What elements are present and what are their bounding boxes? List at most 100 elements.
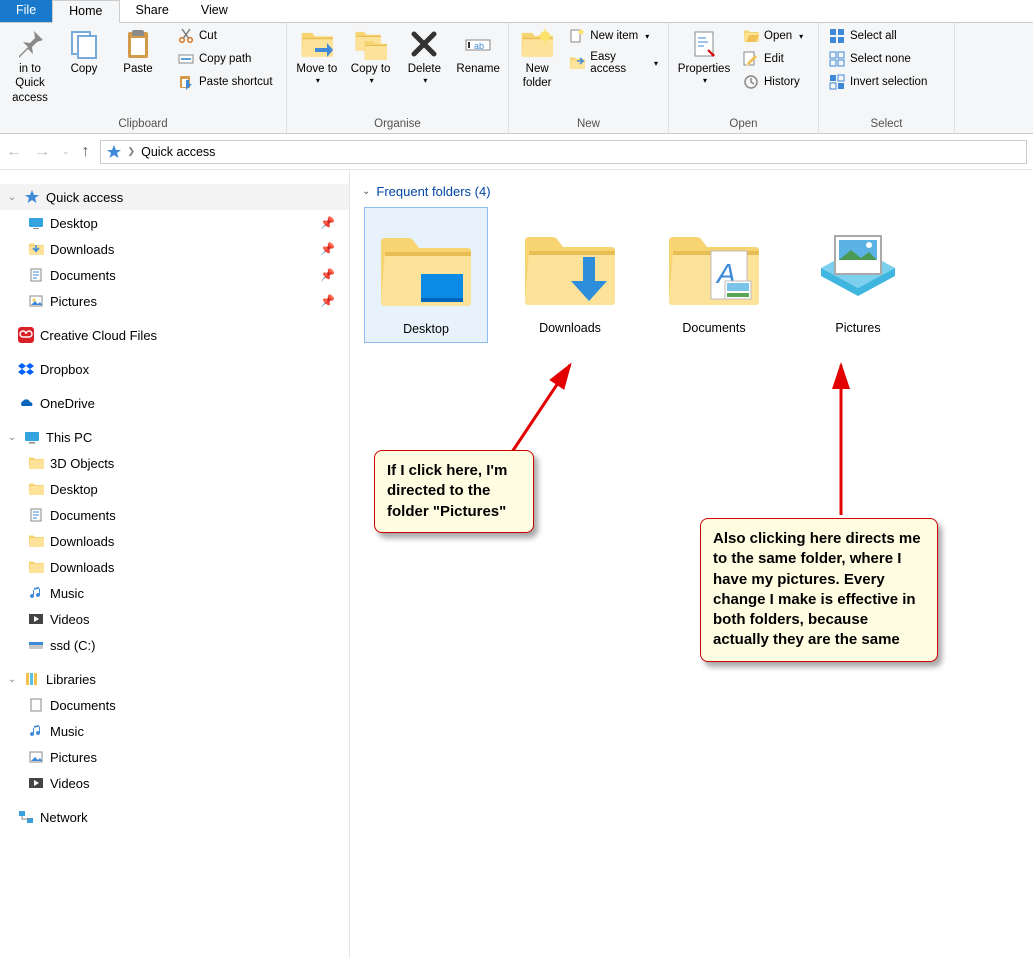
sidebar-item-lib-videos[interactable]: Videos <box>0 770 349 796</box>
sidebar-item-downloads-2[interactable]: Downloads <box>0 528 349 554</box>
folder-tile-downloads[interactable]: Downloads <box>508 207 632 343</box>
select-all-icon <box>829 28 845 44</box>
group-organise-label: Organise <box>292 116 503 133</box>
sidebar-item-3d-objects[interactable]: 3D Objects <box>0 450 349 476</box>
select-none-button[interactable]: Select none <box>824 48 932 70</box>
creative-cloud-icon <box>18 327 34 343</box>
folder-icon <box>28 481 44 497</box>
sidebar-item-lib-music[interactable]: Music <box>0 718 349 744</box>
tab-view[interactable]: View <box>185 0 244 22</box>
sidebar-item-dropbox[interactable]: Dropbox <box>0 356 349 382</box>
move-to-button[interactable]: Move to▾ <box>292 25 342 86</box>
edit-button[interactable]: Edit <box>738 48 808 70</box>
pin-icon: 📌 <box>320 216 335 230</box>
select-all-button[interactable]: Select all <box>824 25 932 47</box>
paste-button[interactable]: Paste <box>113 25 163 76</box>
sidebar-item-network[interactable]: Network <box>0 804 349 830</box>
nav-back-button[interactable]: ← <box>6 143 22 161</box>
select-none-icon <box>829 51 845 67</box>
chevron-down-icon: ▾ <box>799 32 803 41</box>
easy-access-icon <box>569 55 585 71</box>
group-new-label: New <box>514 116 663 133</box>
desktop-icon <box>28 215 44 231</box>
sidebar-item-music[interactable]: Music <box>0 580 349 606</box>
cut-button[interactable]: Cut <box>173 25 278 47</box>
pictures-icon <box>28 293 44 309</box>
move-to-icon <box>301 28 333 60</box>
copy-to-icon <box>355 28 387 60</box>
history-button[interactable]: History <box>738 71 808 93</box>
rename-button[interactable]: ab Rename <box>453 25 503 76</box>
chevron-down-icon: ⌄ <box>6 432 18 443</box>
copy-to-button[interactable]: Copy to▾ <box>346 25 396 86</box>
sidebar-item-desktop[interactable]: Desktop 📌 <box>0 210 349 236</box>
sidebar-item-onedrive[interactable]: OneDrive <box>0 390 349 416</box>
ribbon-tabs: File Home Share View <box>0 0 1033 23</box>
nav-forward-button[interactable]: → <box>34 143 50 161</box>
documents-icon <box>28 267 44 283</box>
section-header-frequent[interactable]: ⌄ Frequent folders (4) <box>360 184 1033 199</box>
open-icon <box>743 28 759 44</box>
copy-path-button[interactable]: Copy path <box>173 48 278 70</box>
tab-file[interactable]: File <box>0 0 52 22</box>
delete-icon <box>408 28 440 60</box>
edit-icon <box>743 51 759 67</box>
pin-icon: 📌 <box>320 268 335 282</box>
documents-icon <box>28 507 44 523</box>
chevron-down-icon: ⌄ <box>362 186 370 197</box>
nav-up-button[interactable]: ↑ <box>82 143 90 161</box>
folder-tile-documents[interactable]: A Documents <box>652 207 776 343</box>
sidebar-item-libraries[interactable]: ⌄ Libraries <box>0 666 349 692</box>
ribbon: in to Quick access Copy Paste Cut Copy p… <box>0 23 1033 134</box>
copy-button[interactable]: Copy <box>59 25 109 76</box>
group-clipboard-label: Clipboard <box>5 116 281 133</box>
sidebar-item-desktop-2[interactable]: Desktop <box>0 476 349 502</box>
copy-icon <box>68 28 100 60</box>
sidebar-item-quick-access[interactable]: ⌄ Quick access <box>0 184 349 210</box>
navigation-pane: ⌄ Quick access Desktop 📌 Downloads 📌 Doc… <box>0 170 350 958</box>
easy-access-button[interactable]: Easy access▾ <box>564 48 663 78</box>
sidebar-item-this-pc[interactable]: ⌄ This PC <box>0 424 349 450</box>
delete-button[interactable]: Delete▾ <box>400 25 450 86</box>
paste-shortcut-button[interactable]: Paste shortcut <box>173 71 278 93</box>
copy-label: Copy <box>71 62 98 76</box>
drive-icon <box>28 637 44 653</box>
history-icon <box>743 74 759 90</box>
nav-recent-button[interactable]: ⌄ <box>62 146 70 157</box>
pin-icon <box>14 28 46 60</box>
paste-label: Paste <box>123 62 152 76</box>
folder-icon <box>28 455 44 471</box>
invert-selection-button[interactable]: Invert selection <box>824 71 932 93</box>
group-open-label: Open <box>674 116 813 133</box>
folder-tile-desktop[interactable]: Desktop <box>364 207 488 343</box>
annotation-callout-left: If I click here, I'm directed to the fol… <box>374 450 534 533</box>
address-bar-row: ← → ⌄ ↑ ❯ Quick access <box>0 134 1033 170</box>
sidebar-item-lib-pictures[interactable]: Pictures <box>0 744 349 770</box>
properties-button[interactable]: Properties▾ <box>674 25 734 86</box>
tab-share[interactable]: Share <box>120 0 185 22</box>
sidebar-item-ssd-c[interactable]: ssd (C:) <box>0 632 349 658</box>
folder-tile-pictures[interactable]: Pictures <box>796 207 920 343</box>
sidebar-item-pictures[interactable]: Pictures 📌 <box>0 288 349 314</box>
new-folder-button[interactable]: New folder <box>514 25 560 91</box>
breadcrumb[interactable]: ❯ Quick access <box>100 140 1027 164</box>
sidebar-item-videos[interactable]: Videos <box>0 606 349 632</box>
sidebar-item-creative-cloud[interactable]: Creative Cloud Files <box>0 322 349 348</box>
videos-icon <box>28 611 44 627</box>
chevron-down-icon: ▾ <box>423 76 427 86</box>
onedrive-icon <box>18 395 34 411</box>
new-folder-icon <box>521 28 553 60</box>
pin-label: in to Quick access <box>5 62 55 105</box>
sidebar-item-downloads[interactable]: Downloads 📌 <box>0 236 349 262</box>
pin-quick-access-button[interactable]: in to Quick access <box>5 25 55 105</box>
tab-home[interactable]: Home <box>52 0 119 23</box>
open-button[interactable]: Open▾ <box>738 25 808 47</box>
videos-icon <box>28 775 44 791</box>
properties-icon <box>688 28 720 60</box>
new-item-button[interactable]: New item▾ <box>564 25 663 47</box>
sidebar-item-downloads-3[interactable]: Downloads <box>0 554 349 580</box>
sidebar-item-documents-2[interactable]: Documents <box>0 502 349 528</box>
content-pane: ⌄ Frequent folders (4) Desktop Downloads… <box>350 170 1033 958</box>
sidebar-item-lib-documents[interactable]: Documents <box>0 692 349 718</box>
sidebar-item-documents[interactable]: Documents 📌 <box>0 262 349 288</box>
